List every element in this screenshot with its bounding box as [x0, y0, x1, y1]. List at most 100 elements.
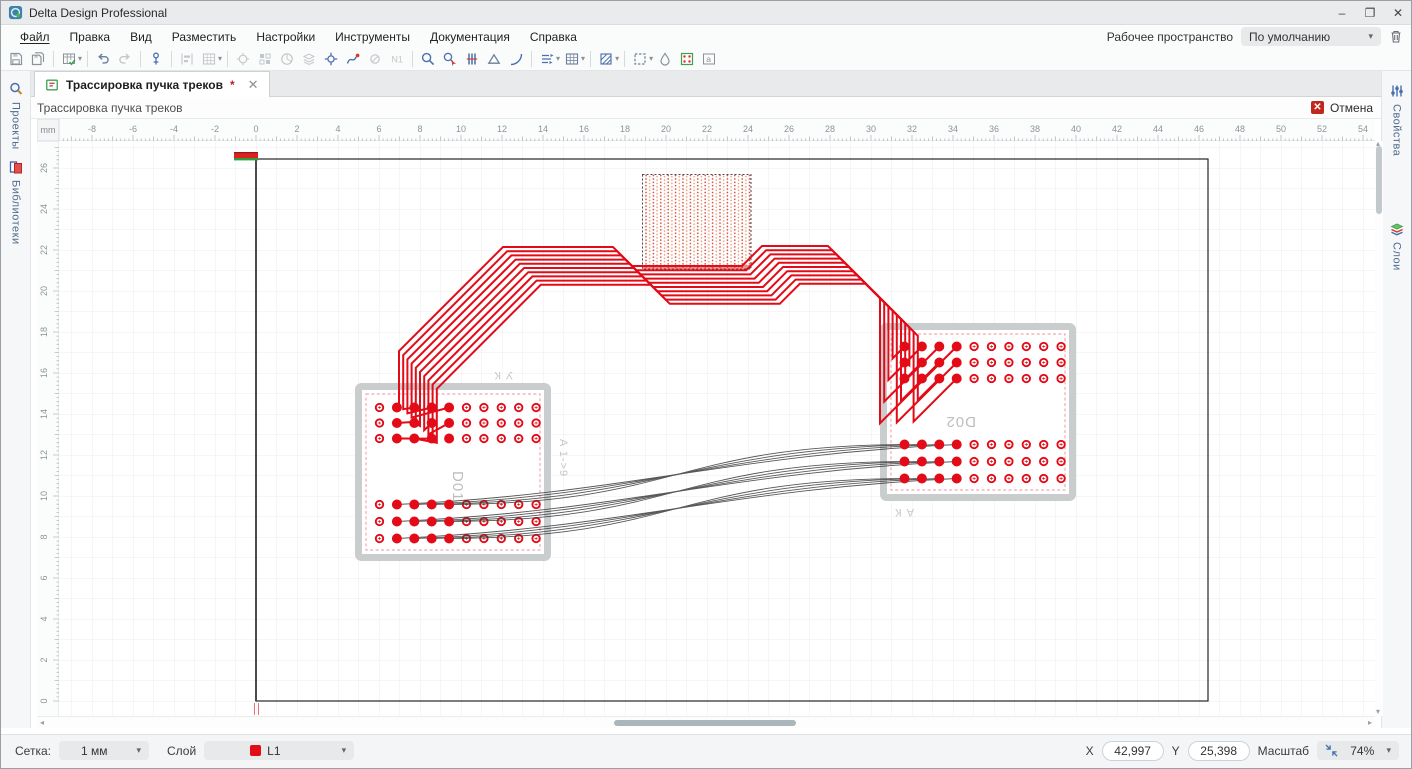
grid-step-dropdown[interactable]: 1 мм ▾	[59, 741, 149, 760]
chevron-down-icon[interactable]: ▾	[556, 54, 560, 63]
keepout-icon[interactable]	[364, 49, 386, 69]
tab-close-icon[interactable]: ✕	[248, 77, 259, 93]
vscroll-thumb[interactable]	[1376, 146, 1382, 214]
svg-text:-8: -8	[88, 124, 96, 134]
layers-icon	[1389, 221, 1405, 237]
redo-icon[interactable]	[114, 49, 136, 69]
svg-text:38: 38	[1030, 124, 1040, 134]
sidebar-tab-libraries[interactable]: Библиотеки	[1, 159, 30, 245]
menu-item-6[interactable]: Документация	[421, 28, 519, 46]
chevron-down-icon[interactable]: ▾	[218, 54, 222, 63]
zoom-icon[interactable]	[417, 49, 439, 69]
svg-text:22: 22	[702, 124, 712, 134]
route-bundle-icon[interactable]	[461, 49, 483, 69]
workspace-dropdown[interactable]: По умолчанию ▾	[1241, 27, 1381, 46]
y-coordinate-input[interactable]	[1188, 741, 1250, 761]
pattern-editor-icon[interactable]	[676, 49, 698, 69]
window-title: Delta Design Professional	[29, 6, 167, 20]
hint-text: Трассировка пучка треков	[37, 101, 183, 115]
place-arc-icon[interactable]	[505, 49, 527, 69]
menu-item-4[interactable]: Настройки	[247, 28, 324, 46]
toolbar-separator	[227, 51, 228, 67]
copper-pour-icon[interactable]	[298, 49, 320, 69]
svg-text:40: 40	[1071, 124, 1081, 134]
sidebar-tab-layers[interactable]: Слои	[1382, 221, 1411, 271]
place-pad-icon[interactable]	[232, 49, 254, 69]
horizontal-scrollbar[interactable]: ◂ ▸	[37, 716, 1375, 728]
sidebar-tab-label: Библиотеки	[10, 180, 22, 245]
svg-text:-6: -6	[129, 124, 137, 134]
sidebar-tab-properties[interactable]: Свойства	[1382, 83, 1411, 156]
pad-array-icon[interactable]	[254, 49, 276, 69]
trash-icon[interactable]	[1389, 29, 1403, 44]
tab-bar: Трассировка пучка треков * ✕	[1, 71, 1411, 97]
y-label: Y	[1172, 744, 1180, 758]
place-polygon-icon[interactable]	[276, 49, 298, 69]
scroll-left-icon[interactable]: ◂	[40, 717, 44, 729]
svg-text:50: 50	[1276, 124, 1286, 134]
svg-text:36: 36	[989, 124, 999, 134]
pcb-editor-canvas[interactable]: -8-6-4-202468101214161820222426283032343…	[37, 119, 1375, 728]
save-all-icon[interactable]	[27, 49, 49, 69]
silk-label: У К	[494, 369, 513, 381]
route-options-icon[interactable]	[536, 49, 558, 69]
teardrop-icon[interactable]	[654, 49, 676, 69]
workspace-value: По умолчанию	[1249, 30, 1330, 44]
table-view-icon[interactable]	[561, 49, 583, 69]
chevron-down-icon[interactable]: ▾	[581, 54, 585, 63]
svg-text:2: 2	[39, 657, 49, 662]
undo-icon[interactable]	[92, 49, 114, 69]
chevron-down-icon[interactable]: ▾	[615, 54, 619, 63]
svg-text:4: 4	[335, 124, 340, 134]
menu-item-0[interactable]: Файл	[11, 28, 59, 46]
scale-dropdown[interactable]: 74% ▾	[1317, 741, 1399, 760]
scroll-down-icon[interactable]: ▾	[1376, 706, 1380, 718]
minimize-button[interactable]: –	[1335, 6, 1349, 20]
cancel-label: Отмена	[1330, 101, 1373, 115]
maximize-button[interactable]: ❐	[1363, 6, 1377, 20]
svg-text:8: 8	[39, 534, 49, 539]
component-D02[interactable]: D02	[884, 327, 1073, 498]
close-button[interactable]: ✕	[1391, 6, 1405, 20]
menu-item-5[interactable]: Инструменты	[326, 28, 419, 46]
tab-modified-marker: *	[230, 78, 235, 92]
libraries-icon	[8, 159, 24, 175]
zoom-selection-icon[interactable]	[439, 49, 461, 69]
text-frame-icon[interactable]: a	[698, 49, 720, 69]
toolbar-separator	[412, 51, 413, 67]
sidebar-tab-label: Проекты	[10, 102, 22, 150]
menu-item-2[interactable]: Вид	[121, 28, 161, 46]
chevron-down-icon: ▾	[342, 745, 347, 756]
layer-dropdown[interactable]: L1 ▾	[204, 741, 354, 760]
sidebar-tab-projects[interactable]: Проекты	[1, 81, 30, 150]
place-triangle-icon[interactable]	[483, 49, 505, 69]
save-icon[interactable]	[5, 49, 27, 69]
place-via-icon[interactable]	[320, 49, 342, 69]
vertical-scrollbar[interactable]: ▴ ▾	[1375, 141, 1383, 716]
tab-route-bundle[interactable]: Трассировка пучка треков * ✕	[34, 71, 270, 97]
menu-item-7[interactable]: Справка	[521, 28, 586, 46]
svg-text:24: 24	[743, 124, 753, 134]
menu-item-1[interactable]: Правка	[61, 28, 120, 46]
svg-text:44: 44	[1153, 124, 1163, 134]
chevron-down-icon[interactable]: ▾	[78, 54, 82, 63]
svg-text:N1: N1	[391, 54, 403, 64]
hscroll-thumb[interactable]	[614, 720, 796, 726]
selection-frame-icon[interactable]	[629, 49, 651, 69]
align-icon[interactable]	[176, 49, 198, 69]
x-coordinate-input[interactable]	[1102, 741, 1164, 761]
menu-item-3[interactable]: Разместить	[163, 28, 246, 46]
svg-text:16: 16	[579, 124, 589, 134]
hatch-region-icon[interactable]	[595, 49, 617, 69]
net-label-icon[interactable]: N1	[386, 49, 408, 69]
net-table-icon[interactable]	[58, 49, 80, 69]
chevron-down-icon[interactable]: ▾	[649, 54, 653, 63]
scroll-right-icon[interactable]: ▸	[1368, 717, 1372, 729]
footprint-ghost[interactable]	[643, 175, 752, 270]
grid-style-icon[interactable]	[198, 49, 220, 69]
chevron-down-icon: ▾	[1386, 745, 1391, 756]
cancel-button[interactable]: ✕ Отмена	[1311, 101, 1373, 115]
diff-pair-icon[interactable]	[342, 49, 364, 69]
svg-text:10: 10	[39, 491, 49, 501]
place-component-icon[interactable]	[145, 49, 167, 69]
